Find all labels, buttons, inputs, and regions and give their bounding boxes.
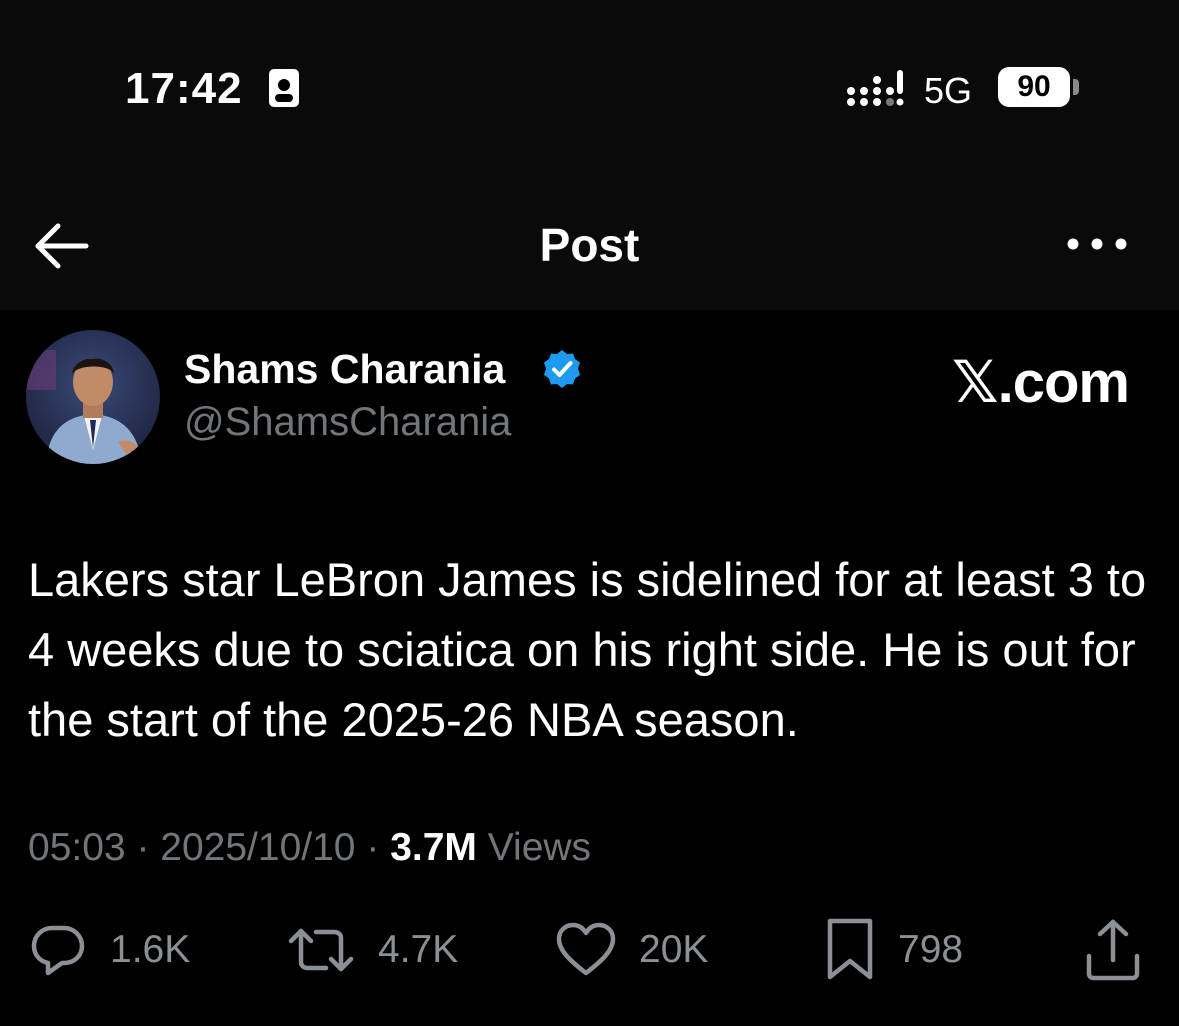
like-count: 20K bbox=[639, 928, 709, 971]
heart-icon bbox=[556, 922, 616, 976]
more-button[interactable] bbox=[1062, 226, 1132, 262]
share-upload-icon bbox=[1086, 919, 1140, 981]
meta-separator: · bbox=[136, 826, 150, 869]
signal-bars-icon bbox=[847, 70, 904, 106]
avatar[interactable] bbox=[26, 330, 160, 464]
verified-badge-icon bbox=[544, 350, 580, 388]
post-meta: 05:03 · 2025/10/10 · 3.7M Views bbox=[28, 826, 591, 870]
battery-level: 90 bbox=[1017, 70, 1051, 103]
status-time: 17:42 bbox=[125, 64, 243, 113]
author-handle[interactable]: @ShamsCharania bbox=[184, 400, 511, 445]
battery-tip bbox=[1073, 79, 1079, 95]
meta-separator: · bbox=[366, 826, 380, 869]
post-time: 05:03 bbox=[28, 826, 126, 869]
bookmark-button[interactable]: 798 bbox=[824, 915, 963, 985]
like-button[interactable]: 20K bbox=[555, 915, 708, 985]
post-text: Lakers star LeBron James is sidelined fo… bbox=[28, 553, 1147, 746]
post-date: 2025/10/10 bbox=[160, 826, 356, 869]
site-label: 𝕏.com bbox=[951, 350, 1130, 415]
reply-bubble-icon bbox=[31, 925, 85, 976]
repost-button[interactable]: 4.7K bbox=[286, 915, 458, 985]
bookmark-count: 798 bbox=[898, 928, 964, 971]
network-label: 5G bbox=[924, 70, 973, 111]
views-count: 3.7M bbox=[390, 826, 477, 869]
bookmark-icon bbox=[827, 918, 873, 980]
repost-count: 4.7K bbox=[378, 928, 459, 971]
reply-count: 1.6K bbox=[110, 928, 191, 971]
share-button[interactable] bbox=[1084, 915, 1142, 985]
action-bar: 1.6K 4.7K 20K 798 bbox=[0, 915, 1179, 985]
reply-button[interactable]: 1.6K bbox=[28, 915, 190, 985]
repost-arrows-icon bbox=[288, 928, 354, 972]
author-name[interactable]: Shams Charania bbox=[184, 346, 505, 393]
person-card-icon bbox=[269, 69, 299, 107]
more-dots-icon bbox=[1067, 238, 1127, 250]
views-label: Views bbox=[487, 826, 592, 869]
page-title: Post bbox=[539, 219, 640, 271]
battery-icon: 90 bbox=[998, 67, 1070, 107]
